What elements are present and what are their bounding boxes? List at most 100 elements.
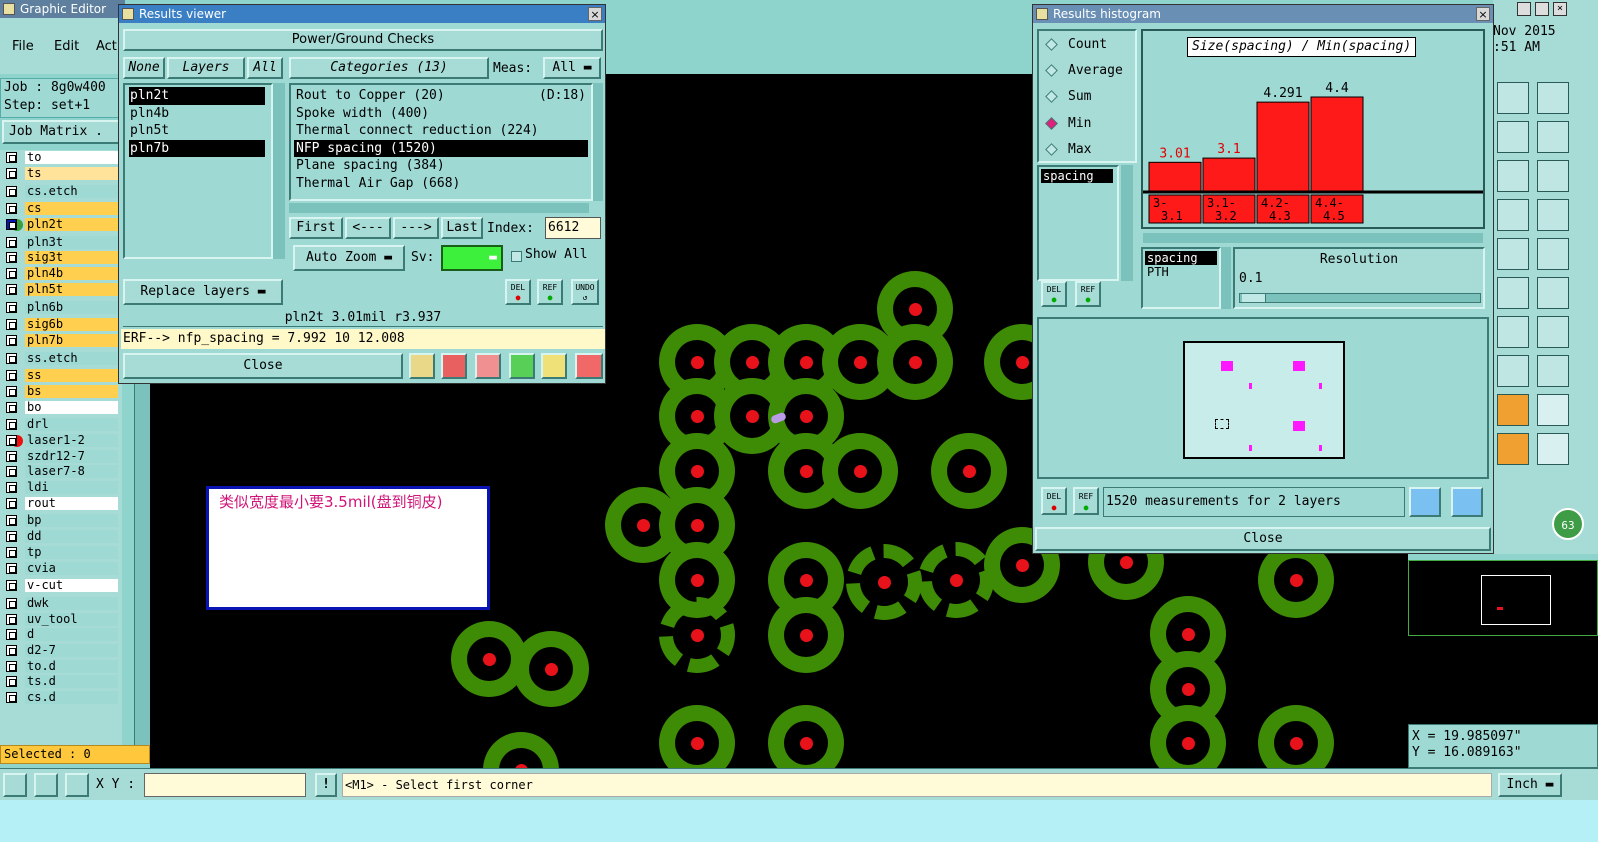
dot-icon[interactable] [1537,238,1569,270]
rv-layer-item[interactable]: pln2t [129,87,265,105]
minimize-icon[interactable] [1517,2,1531,16]
replace-layers-select[interactable]: Replace layers ▬ [123,279,283,305]
layer-row[interactable]: pln7b [0,333,122,349]
layer-checkbox[interactable] [6,515,17,527]
triangle-alt-icon[interactable] [1537,394,1569,426]
histogram-icon[interactable] [575,353,603,379]
window-icon[interactable] [1537,82,1569,114]
layer-checkbox[interactable] [6,450,17,462]
attribute-list[interactable]: spacing PTH [1141,247,1221,309]
undo-icon[interactable] [1497,316,1529,348]
layer-checkbox[interactable] [6,219,17,231]
measure-list[interactable]: spacing [1037,165,1119,281]
layer-row[interactable]: tp [0,545,122,561]
layer-checkbox[interactable] [6,613,17,625]
ruler-icon[interactable] [1497,238,1529,270]
category-list[interactable]: Rout to Copper (20) (D:18) Spoke width (40… [289,83,593,201]
meas-select[interactable]: All ▬ [543,57,601,79]
layer-row[interactable]: ldi [0,480,122,496]
overview-map[interactable] [1408,560,1598,636]
layer-row[interactable]: sig6b [0,317,122,333]
erf-icon[interactable] [475,353,501,379]
next-button[interactable]: ---> [393,217,439,239]
layer-row[interactable]: cs.d [0,690,122,706]
layer-row[interactable]: drl [0,417,122,433]
auto-zoom-select[interactable]: Auto Zoom ▬ [293,245,405,271]
mode-radio-max[interactable]: Max [1039,137,1135,163]
fit-icon[interactable] [1497,355,1529,387]
layers-button[interactable]: Layers [167,57,245,79]
layer-checkbox[interactable] [6,562,17,574]
show-all-checkbox[interactable] [511,251,522,262]
histogram-bar[interactable] [1148,161,1202,192]
chart-hscrollbar[interactable] [1143,233,1483,243]
measure-list-item[interactable]: spacing [1041,169,1113,183]
hist-del-button[interactable]: DEL ● [1041,281,1067,307]
resolution-slider[interactable] [1239,293,1481,303]
close-icon[interactable]: × [588,7,602,21]
xy-input[interactable] [144,773,306,797]
menu-edit[interactable]: Edit [54,39,79,54]
undo-button[interactable]: UNDO ↺ [571,279,599,305]
layer-checkbox[interactable] [6,629,17,641]
layer-checkbox[interactable] [6,319,17,331]
attr-item-spacing[interactable]: spacing [1145,251,1217,265]
layer-checkbox[interactable] [6,401,17,413]
layer-checkbox[interactable] [6,370,17,382]
layer-row[interactable]: d [0,627,122,643]
layer-row[interactable]: cs.etch [0,183,122,199]
resolution-slider-thumb[interactable] [1242,294,1266,302]
layer-row[interactable]: ts.d [0,674,122,690]
home-icon[interactable] [1497,82,1529,114]
layer-checkbox[interactable] [6,268,17,280]
layer-checkbox[interactable] [6,334,17,346]
layer-checkbox[interactable] [6,435,17,447]
rv-layer-list[interactable]: pln2t pln4b pln5t pln7b [123,83,273,259]
close-icon[interactable]: × [1476,7,1490,21]
layer-row[interactable]: v-cut [0,578,122,594]
sv-color-select[interactable]: ▬ [441,245,503,271]
prev-button[interactable]: <--- [345,217,391,239]
export-icon[interactable] [1409,487,1441,517]
layer-row[interactable]: dd [0,529,122,545]
menu-file[interactable]: File [12,39,34,54]
zoom-badge[interactable]: 63 [1552,508,1584,540]
warning-icon[interactable]: ! [315,773,337,797]
measure-list-scrollbar[interactable] [1121,165,1133,281]
mirror-icon[interactable] [1537,316,1569,348]
layer-checkbox[interactable] [6,531,17,543]
menu-actions[interactable]: Act [96,39,117,54]
mode-radio-sum[interactable]: Sum [1039,84,1135,110]
layer-row[interactable]: dwk [0,596,122,612]
category-item[interactable]: Spoke width (400) [294,105,588,123]
all-button[interactable]: All [247,57,283,79]
histogram-bar[interactable] [1310,96,1364,192]
hist-ref-button[interactable]: REF ● [1075,281,1101,307]
layer-checkbox[interactable] [6,692,17,704]
attr-scrollbar[interactable] [1221,247,1231,309]
category-item[interactable]: Plane spacing (384) [294,157,588,175]
layer-row[interactable]: uv_tool [0,611,122,627]
layer-row[interactable]: ss.etch [0,350,122,366]
last-button[interactable]: Last [441,217,483,239]
rv-layer-item[interactable]: pln5t [129,122,267,140]
layer-row[interactable]: szdr12-7 [0,448,122,464]
connect-icon[interactable] [1497,199,1529,231]
job-matrix-button[interactable]: Job Matrix . [2,120,122,144]
layer-checkbox[interactable] [6,152,17,164]
category-item[interactable]: NFP spacing (1520) [294,139,588,158]
layer-checkbox[interactable] [6,419,17,431]
mode-radio-average[interactable]: Average [1039,57,1135,83]
layer-checkbox[interactable] [6,482,17,494]
layer-row[interactable]: ts [0,166,122,182]
attr-item-pth[interactable]: PTH [1145,265,1217,279]
first-button[interactable]: First [289,217,343,239]
layer-row[interactable]: to [0,150,122,166]
units-select[interactable]: Inch ▬ [1498,773,1562,797]
histogram-bar[interactable] [1256,101,1310,192]
close-icon[interactable]: × [1553,2,1567,16]
layer-row[interactable]: rout [0,495,122,511]
layer-row[interactable]: bs [0,384,122,400]
layer-row[interactable]: pln5t [0,282,122,298]
layer-checkbox[interactable] [6,385,17,397]
